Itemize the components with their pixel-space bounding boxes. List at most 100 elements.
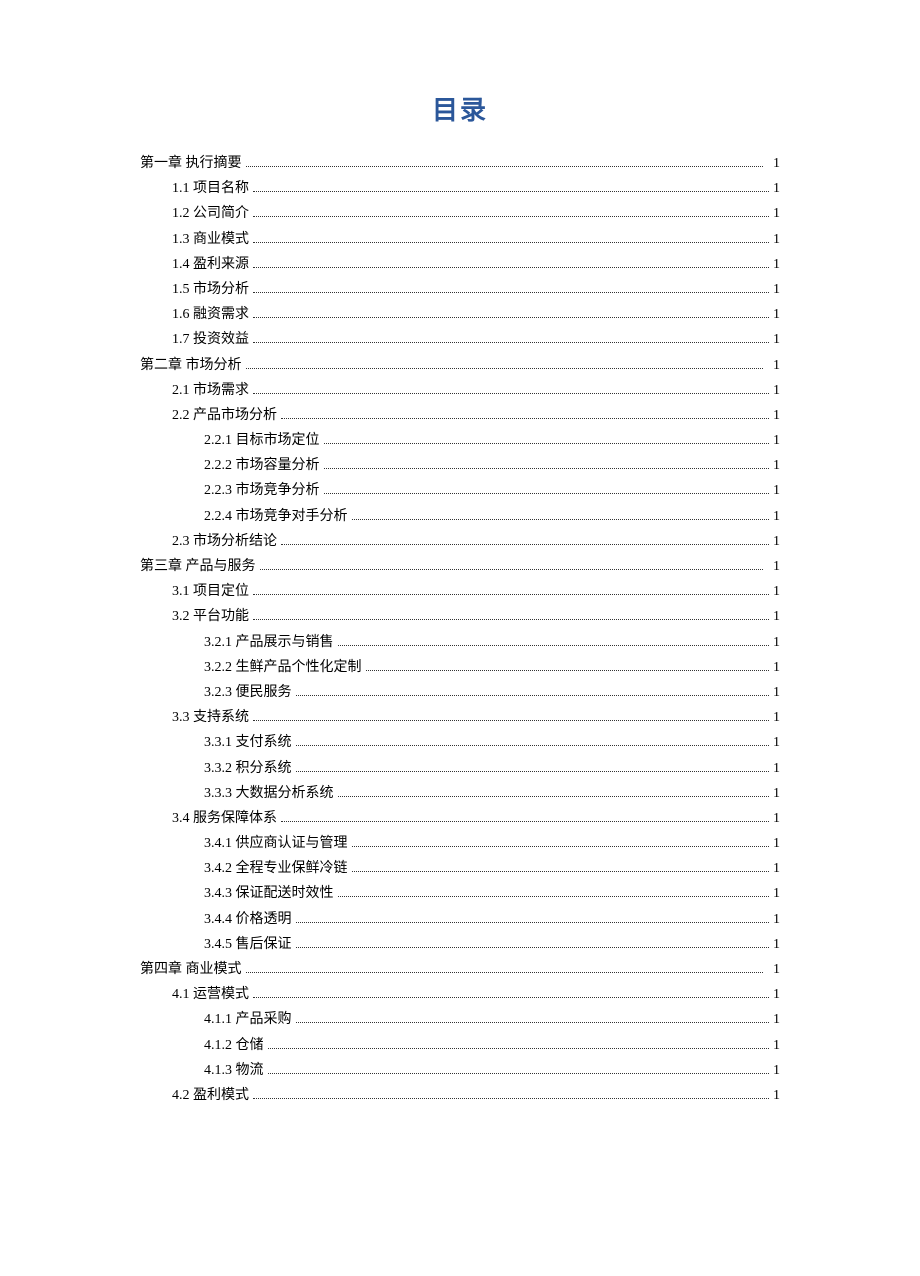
toc-entry[interactable]: 3.2.1 产品展示与销售 1 bbox=[204, 636, 780, 650]
toc-entry-page: 1 bbox=[767, 157, 780, 171]
toc-entry[interactable]: 2.1 市场需求1 bbox=[172, 384, 780, 398]
toc-entry-page: 1 bbox=[773, 610, 780, 624]
toc-entry-label: 3.2.1 产品展示与销售 bbox=[204, 636, 334, 650]
toc-entry-page: 1 bbox=[773, 812, 780, 826]
toc-entry-label: 3.3.2 积分系统 bbox=[204, 762, 292, 776]
toc-leader-dots bbox=[260, 569, 764, 570]
toc-entry-page: 1 bbox=[773, 258, 780, 272]
toc-entry[interactable]: 3.1 项目定位1 bbox=[172, 585, 780, 599]
toc-entry[interactable]: 2.3 市场分析结论 1 bbox=[172, 535, 780, 549]
toc-leader-dots bbox=[338, 896, 770, 897]
toc-entry[interactable]: 4.1.1 产品采购1 bbox=[204, 1013, 780, 1027]
toc-leader-dots bbox=[253, 1098, 769, 1099]
toc-entry-page: 1 bbox=[773, 1064, 780, 1078]
toc-entry-label: 1.1 项目名称 bbox=[172, 182, 249, 196]
toc-entry-label: 3.2.3 便民服务 bbox=[204, 686, 292, 700]
toc-leader-dots bbox=[253, 216, 769, 217]
toc-entry-label: 2.2.4 市场竞争对手分析 bbox=[204, 510, 348, 524]
toc-entry[interactable]: 3.4.3 保证配送时效性1 bbox=[204, 887, 780, 901]
toc-entry-label: 3.4.4 价格透明 bbox=[204, 913, 292, 927]
toc-entry-label: 3.4.3 保证配送时效性 bbox=[204, 887, 334, 901]
toc-entry-page: 1 bbox=[773, 988, 780, 1002]
toc-entry[interactable]: 3.3.3 大数据分析系统1 bbox=[204, 787, 780, 801]
toc-leader-dots bbox=[246, 368, 764, 369]
toc-entry-page: 1 bbox=[773, 535, 780, 549]
toc-entry-page: 1 bbox=[773, 283, 780, 297]
toc-entry[interactable]: 第四章 商业模式1 bbox=[140, 963, 780, 977]
toc-entry[interactable]: 3.4.4 价格透明 1 bbox=[204, 913, 780, 927]
toc-entry-label: 1.6 融资需求 bbox=[172, 308, 249, 322]
toc-entry-page: 1 bbox=[773, 207, 780, 221]
toc-entry-label: 2.3 市场分析结论 bbox=[172, 535, 277, 549]
toc-entry-page: 1 bbox=[773, 736, 780, 750]
toc-entry[interactable]: 3.3.2 积分系统1 bbox=[204, 762, 780, 776]
toc-entry-label: 3.4.5 售后保证 bbox=[204, 938, 292, 952]
toc-entry-page: 1 bbox=[773, 585, 780, 599]
toc-entry[interactable]: 3.4 服务保障体系1 bbox=[172, 812, 780, 826]
toc-entry-page: 1 bbox=[773, 1089, 780, 1103]
toc-leader-dots bbox=[253, 267, 769, 268]
toc-entry-page: 1 bbox=[773, 913, 780, 927]
toc-entry[interactable]: 3.2.2 生鲜产品个性化定制 1 bbox=[204, 661, 780, 675]
toc-entry[interactable]: 2.2.2 市场容量分析 1 bbox=[204, 459, 780, 473]
toc-entry-label: 3.2 平台功能 bbox=[172, 610, 249, 624]
toc-entry-page: 1 bbox=[767, 359, 780, 373]
toc-entry-label: 1.2 公司简介 bbox=[172, 207, 249, 221]
toc-entry[interactable]: 1.1 项目名称 1 bbox=[172, 182, 780, 196]
toc-entry[interactable]: 2.2.1 目标市场定位1 bbox=[204, 434, 780, 448]
toc-entry-page: 1 bbox=[773, 938, 780, 952]
toc-entry[interactable]: 2.2 产品市场分析1 bbox=[172, 409, 780, 423]
toc-entry[interactable]: 1.2 公司简介 1 bbox=[172, 207, 780, 221]
toc-entry-label: 2.2.2 市场容量分析 bbox=[204, 459, 320, 473]
toc-entry[interactable]: 1.6 融资需求1 bbox=[172, 308, 780, 322]
toc-entry[interactable]: 3.2.3 便民服务1 bbox=[204, 686, 780, 700]
toc-leader-dots bbox=[296, 947, 770, 948]
toc-entry[interactable]: 2.2.3 市场竞争分析1 bbox=[204, 484, 780, 498]
toc-entry-page: 1 bbox=[773, 661, 780, 675]
toc-entry[interactable]: 3.3 支持系统1 bbox=[172, 711, 780, 725]
toc-entry-page: 1 bbox=[773, 837, 780, 851]
toc-leader-dots bbox=[296, 695, 770, 696]
toc-entry-label: 4.1.1 产品采购 bbox=[204, 1013, 292, 1027]
toc-entry[interactable]: 4.1.3 物流1 bbox=[204, 1064, 780, 1078]
toc-leader-dots bbox=[253, 317, 769, 318]
toc-entry[interactable]: 4.1.2 仓储1 bbox=[204, 1039, 780, 1053]
toc-leader-dots bbox=[253, 242, 769, 243]
toc-entry[interactable]: 3.4.1 供应商认证与管理 1 bbox=[204, 837, 780, 851]
toc-entry-page: 1 bbox=[767, 560, 780, 574]
toc-entry[interactable]: 4.2 盈利模式1 bbox=[172, 1089, 780, 1103]
toc-entry-label: 2.2.3 市场竞争分析 bbox=[204, 484, 320, 498]
toc-entry[interactable]: 2.2.4 市场竞争对手分析 1 bbox=[204, 510, 780, 524]
toc-entry-page: 1 bbox=[773, 510, 780, 524]
toc-entry[interactable]: 4.1 运营模式1 bbox=[172, 988, 780, 1002]
toc-entry[interactable]: 第三章 产品与服务1 bbox=[140, 560, 780, 574]
toc-leader-dots bbox=[324, 493, 770, 494]
toc-entry-page: 1 bbox=[773, 636, 780, 650]
toc-entry[interactable]: 3.2 平台功能 1 bbox=[172, 610, 780, 624]
toc-entry[interactable]: 1.7 投资效益1 bbox=[172, 333, 780, 347]
toc-entry[interactable]: 3.3.1 支付系统1 bbox=[204, 736, 780, 750]
toc-entry[interactable]: 1.5 市场分析1 bbox=[172, 283, 780, 297]
toc-entry-label: 1.4 盈利来源 bbox=[172, 258, 249, 272]
toc-entry[interactable]: 1.3 商业模式1 bbox=[172, 233, 780, 247]
toc-entry-label: 1.3 商业模式 bbox=[172, 233, 249, 247]
document-page: 目录 第一章 执行摘要11.1 项目名称11.2 公司简介11.3 商业模式11… bbox=[0, 0, 920, 1276]
toc-entry[interactable]: 第二章 市场分析1 bbox=[140, 359, 780, 373]
toc-entry-page: 1 bbox=[767, 963, 780, 977]
toc-leader-dots bbox=[253, 342, 769, 343]
toc-entry[interactable]: 第一章 执行摘要1 bbox=[140, 157, 780, 171]
toc-entry-label: 3.4.1 供应商认证与管理 bbox=[204, 837, 348, 851]
toc-entry[interactable]: 1.4 盈利来源 1 bbox=[172, 258, 780, 272]
toc-entry-label: 2.2 产品市场分析 bbox=[172, 409, 277, 423]
toc-entry-label: 3.2.2 生鲜产品个性化定制 bbox=[204, 661, 362, 675]
toc-entry-label: 1.7 投资效益 bbox=[172, 333, 249, 347]
toc-leader-dots bbox=[253, 292, 769, 293]
toc-leader-dots bbox=[268, 1073, 770, 1074]
toc-entry[interactable]: 3.4.5 售后保证 1 bbox=[204, 938, 780, 952]
toc-entry-label: 4.1.2 仓储 bbox=[204, 1039, 264, 1053]
toc-leader-dots bbox=[296, 771, 770, 772]
toc-leader-dots bbox=[352, 846, 770, 847]
toc-entry-page: 1 bbox=[773, 459, 780, 473]
toc-entry[interactable]: 3.4.2 全程专业保鲜冷链1 bbox=[204, 862, 780, 876]
toc-entry-page: 1 bbox=[773, 182, 780, 196]
